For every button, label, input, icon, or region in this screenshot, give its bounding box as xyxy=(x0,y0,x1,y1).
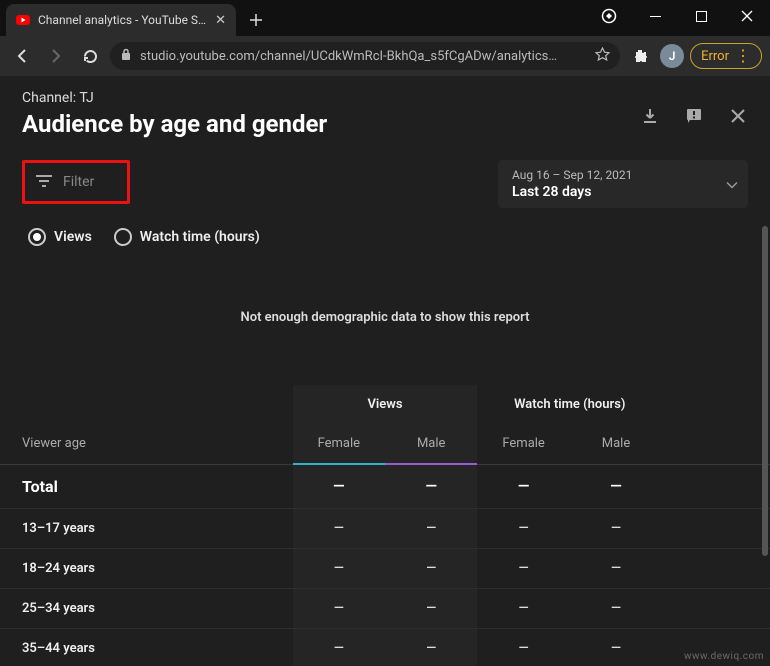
date-range-text: Aug 16 – Sep 12, 2021 xyxy=(512,168,710,182)
cell-value: — xyxy=(385,508,477,548)
profile-avatar[interactable]: J xyxy=(660,44,684,68)
radio-selected-icon xyxy=(28,228,46,246)
forward-button[interactable] xyxy=(42,42,70,70)
metric-views-label: Views xyxy=(54,229,92,245)
filter-button[interactable]: Filter xyxy=(22,160,130,204)
cell-value: — xyxy=(293,588,385,628)
cell-value: — xyxy=(477,508,569,548)
cell-value: — xyxy=(570,464,662,508)
page-content: Channel: TJ Audience by age and gender F… xyxy=(0,76,770,666)
col-female-views: Female xyxy=(293,424,385,464)
cell-value: — xyxy=(477,628,569,666)
scrollbar[interactable] xyxy=(762,226,768,556)
cell-value: — xyxy=(477,548,569,588)
feedback-icon[interactable] xyxy=(684,106,704,126)
channel-label: Channel: TJ xyxy=(22,90,327,106)
metric-watchtime-radio[interactable]: Watch time (hours) xyxy=(114,228,260,246)
cell-value: — xyxy=(385,588,477,628)
extensions-icon[interactable] xyxy=(626,42,654,70)
page-title: Audience by age and gender xyxy=(22,110,327,138)
row-label: 18–24 years xyxy=(0,548,293,588)
shield-icon[interactable] xyxy=(586,0,632,32)
date-preset-text: Last 28 days xyxy=(512,184,710,200)
address-bar: studio.youtube.com/channel/UCdkWmRcI-Bkh… xyxy=(0,36,770,76)
close-window-button[interactable] xyxy=(724,0,770,32)
col-male-views: Male xyxy=(385,424,477,464)
row-label: Total xyxy=(0,464,293,508)
table-row: 13–17 years———— xyxy=(0,508,770,548)
row-label: 13–17 years xyxy=(0,508,293,548)
url-text: studio.youtube.com/channel/UCdkWmRcI-Bkh… xyxy=(140,49,587,64)
error-label: Error xyxy=(701,49,729,64)
date-range-picker[interactable]: Aug 16 – Sep 12, 2021 Last 28 days xyxy=(498,160,748,208)
col-group-views: Views xyxy=(293,385,478,424)
close-panel-icon[interactable] xyxy=(728,106,748,126)
demographics-table: Views Watch time (hours) Viewer age Fema… xyxy=(0,385,770,666)
chevron-down-icon xyxy=(726,175,738,194)
radio-unselected-icon xyxy=(114,228,132,246)
cell-value: — xyxy=(570,508,662,548)
tab-title: Channel analytics - YouTube Stud xyxy=(38,13,207,27)
back-button[interactable] xyxy=(8,42,36,70)
table-row: 18–24 years———— xyxy=(0,548,770,588)
cell-value: — xyxy=(570,588,662,628)
filter-label: Filter xyxy=(63,174,94,190)
table-row: 25–34 years———— xyxy=(0,588,770,628)
cell-value: — xyxy=(293,548,385,588)
url-input[interactable]: studio.youtube.com/channel/UCdkWmRcI-Bkh… xyxy=(110,42,620,70)
minimize-button[interactable] xyxy=(632,0,678,32)
table-row: 35–44 years———— xyxy=(0,628,770,666)
kebab-icon: ⋮ xyxy=(735,48,751,64)
cell-value: — xyxy=(477,588,569,628)
cell-value: — xyxy=(293,628,385,666)
filter-icon xyxy=(35,173,53,192)
browser-tab[interactable]: Channel analytics - YouTube Stud ✕ xyxy=(6,4,236,36)
cell-value: — xyxy=(293,508,385,548)
cell-value: — xyxy=(385,548,477,588)
cell-value: — xyxy=(385,464,477,508)
row-label: 35–44 years xyxy=(0,628,293,666)
row-label: 25–34 years xyxy=(0,588,293,628)
empty-state-message: Not enough demographic data to show this… xyxy=(0,246,770,385)
maximize-button[interactable] xyxy=(678,0,724,32)
watermark: www.dewiq.com xyxy=(684,651,764,662)
reload-button[interactable] xyxy=(76,42,104,70)
col-female-watch: Female xyxy=(477,424,569,464)
bookmark-star-icon[interactable] xyxy=(595,47,610,66)
metric-views-radio[interactable]: Views xyxy=(28,228,92,246)
col-group-watchtime: Watch time (hours) xyxy=(477,385,662,424)
cell-value: — xyxy=(293,464,385,508)
close-tab-icon[interactable]: ✕ xyxy=(215,13,226,28)
cell-value: — xyxy=(570,628,662,666)
new-tab-button[interactable] xyxy=(242,6,270,34)
metric-watchtime-label: Watch time (hours) xyxy=(140,229,260,245)
lock-icon xyxy=(120,48,132,65)
cell-value: — xyxy=(385,628,477,666)
table-row: Total———— xyxy=(0,464,770,508)
row-header: Viewer age xyxy=(0,424,293,464)
cell-value: — xyxy=(477,464,569,508)
col-male-watch: Male xyxy=(570,424,662,464)
cell-value: — xyxy=(570,548,662,588)
youtube-favicon-icon xyxy=(16,13,30,27)
error-chip[interactable]: Error ⋮ xyxy=(690,43,762,69)
download-icon[interactable] xyxy=(640,106,660,126)
